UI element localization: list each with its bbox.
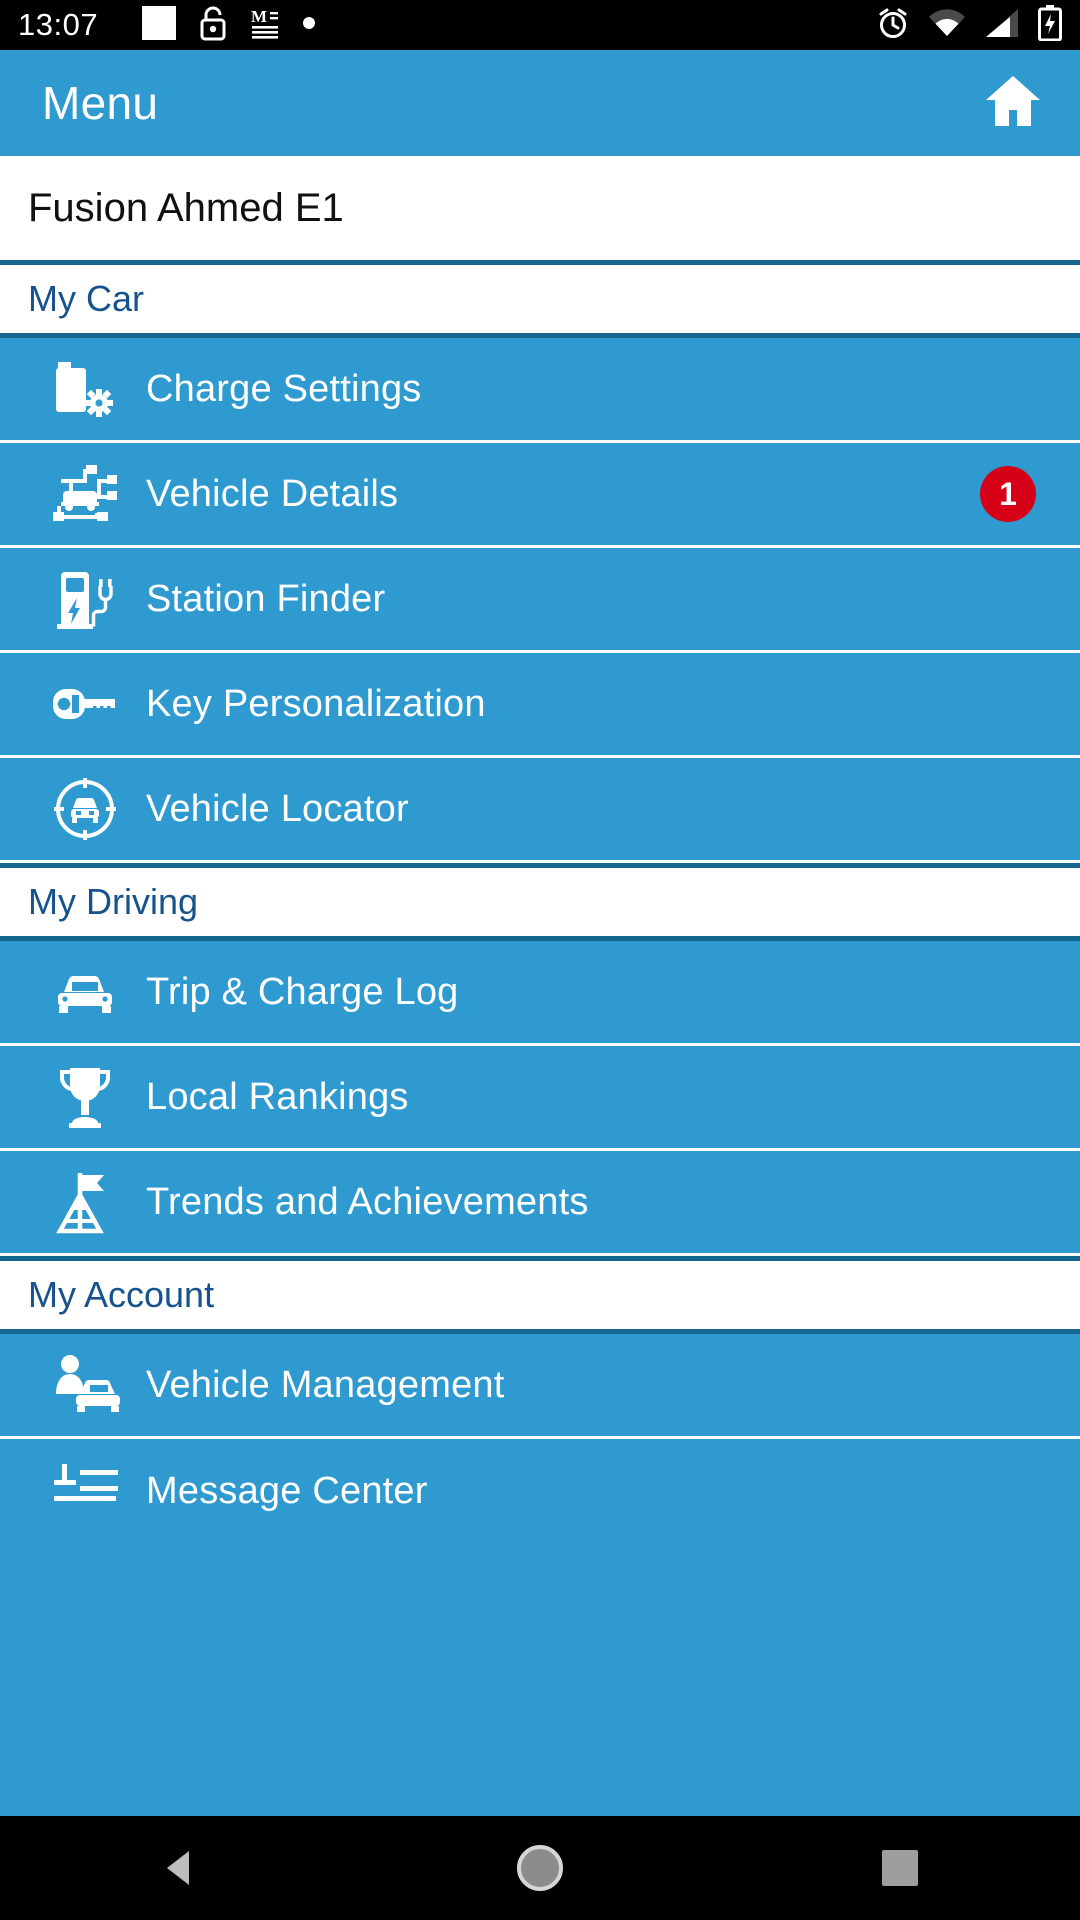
phone-screen: 13:07 M Menu Fusion Ahmed E1 My Car Char… (0, 0, 1080, 1920)
page-title: Menu (42, 77, 159, 129)
key-icon (48, 667, 122, 741)
vehicle-name: Fusion Ahmed E1 (28, 185, 344, 230)
back-triangle-icon[interactable] (120, 1816, 240, 1920)
status-bar: 13:07 M (0, 0, 1080, 50)
menu-item-vehicle-details[interactable]: Vehicle Details 1 (0, 443, 1080, 548)
message-icon (48, 1455, 122, 1529)
vehicle-name-row[interactable]: Fusion Ahmed E1 (0, 156, 1080, 260)
section-label: My Driving (28, 881, 199, 922)
section-header-my-account: My Account (0, 1256, 1080, 1334)
m-document-icon: M (250, 6, 280, 45)
person-car-icon (48, 1348, 122, 1422)
trophy-icon (48, 1060, 122, 1134)
signal-icon (984, 8, 1020, 43)
menu-item-label: Vehicle Locator (146, 787, 409, 830)
menu-item-station-finder[interactable]: Station Finder (0, 548, 1080, 653)
home-icon[interactable] (984, 74, 1042, 133)
menu-item-trip-charge-log[interactable]: Trip & Charge Log (0, 941, 1080, 1046)
white-square-icon (142, 5, 177, 45)
section-label: My Car (28, 278, 144, 319)
menu-item-label: Key Personalization (146, 682, 486, 725)
menu-item-key-personalization[interactable]: Key Personalization (0, 653, 1080, 758)
dot-icon (302, 16, 316, 35)
recents-square-icon[interactable] (840, 1816, 960, 1920)
menu-item-label: Charge Settings (146, 367, 422, 410)
status-bar-right (876, 4, 1062, 46)
menu-item-trends-achievements[interactable]: Trends and Achievements (0, 1151, 1080, 1256)
menu-item-label: Vehicle Management (146, 1363, 505, 1406)
menu-item-label: Trends and Achievements (146, 1180, 589, 1223)
charging-station-icon (48, 562, 122, 636)
menu-item-label: Trip & Charge Log (146, 970, 459, 1013)
section-label: My Account (28, 1274, 215, 1315)
status-bar-left: 13:07 M (18, 5, 876, 46)
menu-item-label: Station Finder (146, 577, 386, 620)
menu-item-message-center[interactable]: Message Center (0, 1439, 1080, 1544)
menu-list[interactable]: My Car Charge Settings Vehicle Details 1… (0, 260, 1080, 1876)
menu-item-label: Local Rankings (146, 1075, 409, 1118)
menu-item-label: Message Center (146, 1470, 428, 1512)
app-bar: Menu (0, 50, 1080, 156)
menu-item-vehicle-locator[interactable]: Vehicle Locator (0, 758, 1080, 863)
battery-gear-icon (48, 352, 122, 426)
battery-charging-icon (1038, 4, 1062, 46)
flag-mountain-icon (48, 1165, 122, 1239)
vehicle-schematic-icon (48, 457, 122, 531)
section-header-my-driving: My Driving (0, 863, 1080, 941)
unlock-icon (198, 5, 228, 46)
status-bar-clock: 13:07 (18, 7, 99, 42)
svg-text:M: M (251, 7, 267, 26)
car-crosshair-icon (48, 772, 122, 846)
android-nav-bar (0, 1816, 1080, 1920)
menu-item-charge-settings[interactable]: Charge Settings (0, 338, 1080, 443)
section-header-my-car: My Car (0, 260, 1080, 338)
car-front-icon (48, 955, 122, 1029)
home-circle-icon[interactable] (480, 1816, 600, 1920)
menu-item-vehicle-management[interactable]: Vehicle Management (0, 1334, 1080, 1439)
wifi-icon (928, 8, 966, 43)
status-badge: 1 (980, 466, 1036, 522)
menu-item-local-rankings[interactable]: Local Rankings (0, 1046, 1080, 1151)
menu-item-label: Vehicle Details (146, 472, 399, 515)
alarm-icon (876, 6, 910, 45)
